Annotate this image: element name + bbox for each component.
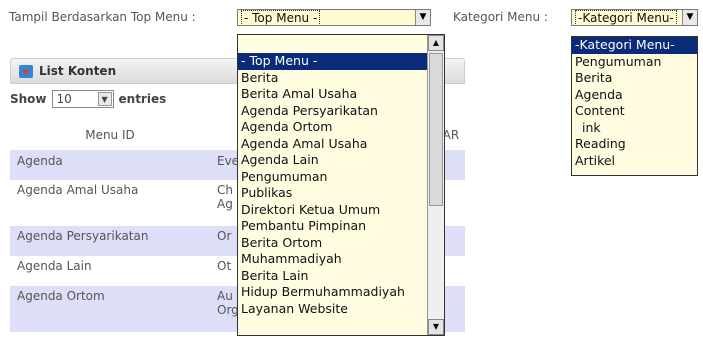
option-berita[interactable]: Berita (572, 70, 697, 87)
option-content[interactable]: Content (572, 103, 697, 120)
dropdown-scrollbar[interactable]: ▲ ▼ (427, 35, 444, 335)
kategori-selected-value: -Kategori Menu- (575, 10, 677, 25)
option-berita-ortom[interactable]: Berita Ortom (238, 235, 444, 252)
chevron-down-icon[interactable]: ▼ (97, 92, 112, 106)
option-agenda-amal-usaha[interactable]: Agenda Amal Usaha (238, 136, 444, 153)
cell-menu-id: Agenda Amal Usaha (10, 180, 210, 226)
col-header-menu-id[interactable]: Menu ID (10, 121, 210, 151)
top-menu-label: Tampil Berdasarkan Top Menu : (9, 10, 196, 24)
cell-menu-id: Agenda Ortom (10, 286, 210, 332)
option-berita[interactable]: Berita (238, 70, 444, 87)
cell-menu-id: Agenda Persyarikatan (10, 226, 210, 256)
option-hidup-bermuhammadiyah[interactable]: Hidup Bermuhammadiyah (238, 284, 444, 301)
option-artikel[interactable]: Artikel (572, 153, 697, 170)
option-reading[interactable]: Reading (572, 136, 697, 153)
show-suffix: entries (118, 92, 167, 106)
option-berita-lain[interactable]: Berita Lain (238, 268, 444, 285)
cell-menu-id: Agenda (10, 150, 210, 180)
entries-value: 10 (56, 92, 72, 106)
option-pembantu-pimpinan[interactable]: Pembantu Pimpinan (238, 218, 444, 235)
option-layanan-website[interactable]: Layanan Website (238, 301, 444, 318)
option-berita-amal-usaha[interactable]: Berita Amal Usaha (238, 86, 444, 103)
kategori-menu-label: Kategori Menu : (453, 10, 548, 24)
option-kategori-menu[interactable]: -Kategori Menu- (572, 37, 697, 54)
option-pengumuman[interactable]: Pengumuman (238, 169, 444, 186)
option-publikas[interactable]: Publikas (238, 185, 444, 202)
option-muhammadiyah[interactable]: Muhammadiyah (238, 251, 444, 268)
kategori-dropdown-list[interactable]: -Kategori Menu- Pengumuman Berita Agenda… (571, 36, 698, 176)
option-agenda-ortom[interactable]: Agenda Ortom (238, 119, 444, 136)
option-top-menu[interactable]: - Top Menu - (238, 53, 444, 70)
option-agenda-lain[interactable]: Agenda Lain (238, 152, 444, 169)
top-menu-selected-value: - Top Menu - (241, 10, 321, 25)
entries-select[interactable]: 10 ▼ (51, 90, 114, 108)
chevron-down-icon[interactable]: ▼ (682, 10, 697, 25)
show-entries: Show 10 ▼ entries (10, 90, 166, 108)
option-agenda-persyarikatan[interactable]: Agenda Persyarikatan (238, 103, 444, 120)
option-pengumuman[interactable]: Pengumuman (572, 54, 697, 71)
top-menu-select[interactable]: - Top Menu - ▼ (237, 9, 431, 26)
top-menu-dropdown-list[interactable]: - Top Menu - Berita Berita Amal Usaha Ag… (237, 34, 445, 336)
show-prefix: Show (10, 92, 47, 106)
scroll-up-icon[interactable]: ▲ (428, 35, 444, 51)
scroll-thumb[interactable] (429, 53, 443, 206)
option-agenda[interactable]: Agenda (572, 87, 697, 104)
scroll-down-icon[interactable]: ▼ (428, 319, 444, 335)
panel-title: List Konten (39, 64, 117, 78)
list-icon (19, 65, 33, 78)
chevron-down-icon[interactable]: ▼ (415, 10, 430, 25)
option-ink[interactable]: ink (572, 120, 697, 137)
cell-menu-id: Agenda Lain (10, 256, 210, 286)
option-direktori-ketua-umum[interactable]: Direktori Ketua Umum (238, 202, 444, 219)
kategori-menu-select[interactable]: -Kategori Menu- ▼ (571, 9, 698, 26)
